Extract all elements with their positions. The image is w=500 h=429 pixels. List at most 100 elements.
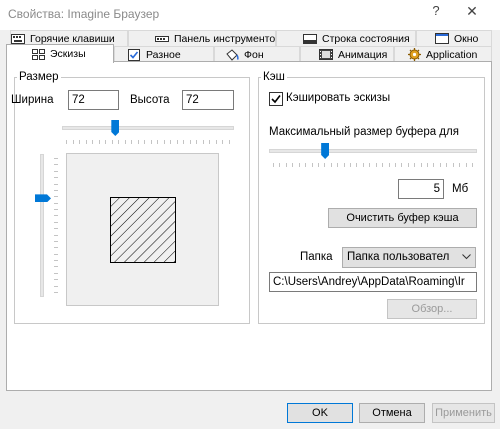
slider-tick	[190, 140, 191, 144]
checkbox-icon	[127, 48, 141, 61]
browse-button[interactable]: Обзор...	[387, 299, 477, 319]
buffer-slider[interactable]	[269, 149, 477, 153]
tab-thumbnails[interactable]: Эскизы	[6, 44, 114, 63]
tab-background[interactable]: Фон	[214, 46, 300, 62]
slider-tick	[279, 163, 280, 167]
slider-tick	[66, 140, 67, 144]
slider-tick	[54, 292, 58, 293]
slider-tick	[421, 163, 422, 167]
slider-tick	[54, 215, 58, 216]
slider-tick	[54, 184, 58, 185]
slider-tick	[54, 228, 58, 229]
buffer-size-input[interactable]: 5	[398, 179, 444, 199]
slider-tick	[466, 163, 467, 167]
slider-tick	[312, 163, 313, 167]
tab-label: Строка состояния	[322, 32, 410, 45]
slider-tick	[151, 140, 152, 144]
slider-tick	[54, 209, 58, 210]
slider-tick	[363, 163, 364, 167]
slider-tick	[292, 163, 293, 167]
clear-cache-button[interactable]: Очистить буфер кэша	[328, 208, 477, 228]
height-slider-ticks	[54, 158, 58, 293]
tab-label: Окно	[454, 32, 479, 45]
slider-tick	[138, 140, 139, 144]
checkmark-icon	[271, 95, 281, 104]
slider-tick	[79, 140, 80, 144]
slider-tick	[54, 158, 58, 159]
folder-select[interactable]: Папка пользовател	[342, 247, 476, 268]
slider-tick	[183, 140, 184, 144]
slider-tick	[170, 140, 171, 144]
slider-tick	[389, 163, 390, 167]
slider-tick	[54, 196, 58, 197]
cache-path-input[interactable]: C:\Users\Andrey\AppData\Roaming\Ir	[269, 272, 477, 292]
tab-application[interactable]: Application	[394, 46, 492, 62]
slider-tick	[356, 163, 357, 167]
toolbar-icon	[155, 33, 169, 45]
slider-tick	[131, 140, 132, 144]
tab-status-bar[interactable]: Строка состояния	[276, 30, 416, 46]
width-input[interactable]: 72	[68, 90, 119, 110]
height-label: Высота	[130, 94, 170, 106]
tab-label: Фон	[244, 48, 264, 61]
keyboard-icon	[11, 33, 25, 45]
slider-tick	[144, 140, 145, 144]
slider-tick	[54, 222, 58, 223]
window-title: Свойства: Imagine Браузер	[8, 7, 160, 21]
tab-panel-thumbnails: Размер Ширина 72 Высота 72 Кэш Кэшироват…	[6, 61, 492, 391]
width-slider[interactable]	[62, 126, 234, 130]
slider-tick	[118, 140, 119, 144]
tab-window[interactable]: Окно	[416, 30, 492, 46]
slider-tick	[273, 163, 274, 167]
help-button[interactable]: ?	[422, 3, 450, 25]
buffer-unit-label: Мб	[452, 183, 469, 195]
tab-animation[interactable]: Анимация	[300, 46, 394, 62]
width-label: Ширина	[11, 94, 54, 106]
slider-tick	[54, 203, 58, 204]
tab-label: Application	[426, 48, 478, 61]
slider-tick	[54, 266, 58, 267]
slider-tick	[408, 163, 409, 167]
slider-tick	[99, 140, 100, 144]
slider-tick	[382, 163, 383, 167]
buffer-slider-ticks	[273, 163, 473, 167]
thumbnail-preview	[66, 153, 219, 306]
cache-checkbox[interactable]	[269, 92, 283, 106]
slider-tick	[54, 171, 58, 172]
dialog-footer	[0, 396, 500, 429]
slider-tick	[54, 164, 58, 165]
tab-toolbar[interactable]: Панель инструментов	[128, 30, 276, 46]
chevron-down-icon	[462, 254, 471, 260]
slider-tick	[401, 163, 402, 167]
slider-tick	[54, 254, 58, 255]
slider-tick	[299, 163, 300, 167]
close-button[interactable]: ✕	[458, 3, 486, 25]
paint-bucket-icon	[225, 48, 239, 61]
apply-button[interactable]: Применить	[432, 403, 495, 423]
slider-tick	[369, 163, 370, 167]
tab-misc[interactable]: Разное	[114, 46, 214, 62]
slider-tick	[440, 163, 441, 167]
film-icon	[319, 49, 333, 61]
tab-label: Разное	[146, 48, 181, 61]
height-input[interactable]: 72	[182, 90, 234, 110]
slider-tick	[472, 163, 473, 167]
cache-checkbox-label: Кэшировать эскизы	[286, 92, 391, 104]
slider-tick	[395, 163, 396, 167]
cancel-button[interactable]: Отмена	[359, 403, 425, 423]
slider-tick	[453, 163, 454, 167]
status-bar-icon	[303, 33, 317, 45]
slider-tick	[427, 163, 428, 167]
title-bar: Свойства: Imagine Браузер ? ✕	[0, 0, 500, 30]
slider-tick	[305, 163, 306, 167]
thumbnails-icon	[31, 48, 45, 60]
tab-label: Панель инструментов	[174, 32, 276, 45]
width-slider-ticks	[66, 140, 230, 144]
slider-tick	[54, 235, 58, 236]
slider-tick	[54, 241, 58, 242]
ok-button[interactable]: OK	[287, 403, 353, 423]
slider-tick	[209, 140, 210, 144]
slider-tick	[318, 163, 319, 167]
height-slider[interactable]	[40, 154, 44, 297]
slider-tick	[54, 247, 58, 248]
